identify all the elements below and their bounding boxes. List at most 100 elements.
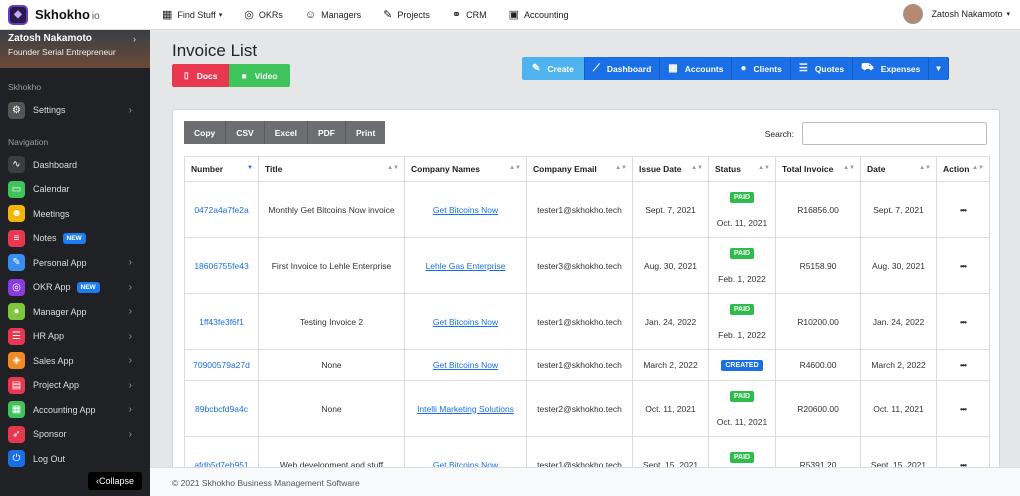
search-input[interactable] — [802, 122, 987, 145]
sidebar-item-project-app[interactable]: ▤ Project App › — [0, 373, 150, 398]
expenses-button[interactable]: ⛟ Expenses — [853, 57, 930, 80]
footer: © 2021 Skhokho Business Management Softw… — [150, 467, 1020, 496]
edit-icon: ✎ — [383, 9, 393, 21]
nav-okrs[interactable]: ◎ OKRs — [244, 8, 283, 21]
chevron-right-icon: › — [128, 281, 132, 293]
nav-accounting[interactable]: ▣ Accounting — [509, 8, 569, 21]
invoice-number-link[interactable]: 70900579a27d — [193, 360, 250, 370]
company-email: tester1@skhokho.tech — [526, 349, 633, 381]
docs-button[interactable]: ▯ Docs — [172, 64, 230, 87]
sidebar-item-manager-app[interactable]: ● Manager App › — [0, 300, 150, 325]
row-action-button[interactable]: ••• — [936, 380, 990, 437]
sidebar-item-settings[interactable]: ⚙ Settings › — [0, 98, 150, 123]
nav-find-stuff[interactable]: ▦ Find Stuff ▾ — [162, 8, 222, 21]
company-link[interactable]: Intelli Marketing Solutions — [417, 404, 514, 414]
video-button[interactable]: ■ Video — [229, 64, 290, 87]
invoice-number-link[interactable]: 1ff43fe3f6f1 — [199, 317, 244, 327]
sidebar-item-notes[interactable]: ≡ Notes NEW — [0, 226, 150, 251]
row-action-button[interactable]: ••• — [936, 181, 990, 238]
col-number[interactable]: Number ▼ — [184, 156, 259, 182]
accounts-button[interactable]: ▦ Accounts — [660, 57, 733, 80]
col-company-email[interactable]: Company Email ▲▼ — [526, 156, 633, 182]
create-label: Create — [547, 63, 574, 74]
status-badge: CREATED — [721, 360, 763, 371]
new-badge: NEW — [76, 281, 100, 293]
company-email: tester3@skhokho.tech — [526, 237, 633, 294]
csv-button[interactable]: CSV — [226, 121, 265, 144]
row-action-button[interactable]: ••• — [936, 293, 990, 350]
status-badge: PAID — [729, 451, 755, 463]
sidebar-item-calendar[interactable]: ▭ Calendar — [0, 177, 150, 202]
dashboard-button[interactable]: ⟋ Dashboard — [584, 57, 661, 80]
status-badge: PAID — [729, 247, 755, 259]
col-action[interactable]: Action ▲▼ — [936, 156, 990, 182]
sidebar-item-accounting-app[interactable]: ▦ Accounting App › — [0, 398, 150, 423]
quotes-button[interactable]: ☰ Quotes — [790, 57, 854, 80]
col-date[interactable]: Date ▲▼ — [860, 156, 937, 182]
nav-managers[interactable]: ☺ Managers — [305, 9, 361, 21]
quotes-label: Quotes — [814, 63, 845, 74]
user-menu[interactable]: Zatosh Nakamoto ▾ — [903, 4, 1010, 24]
page-title: Invoice List — [172, 41, 258, 60]
accounts-label: Accounts — [684, 63, 724, 74]
sidebar-item-okr-app[interactable]: ◎ OKR App NEW › — [0, 275, 150, 300]
export-buttons: Copy CSV Excel PDF Print — [184, 121, 386, 144]
sort-icon: ▲▼ — [972, 165, 984, 171]
project-icon: ▤ — [8, 376, 25, 394]
clients-button[interactable]: ● Clients — [732, 57, 791, 80]
total-invoice: R4600.00 — [775, 349, 861, 381]
sidebar-item-sales-app[interactable]: ◈ Sales App › — [0, 349, 150, 374]
nav-crm[interactable]: ⚭ CRM — [452, 8, 487, 21]
pdf-button[interactable]: PDF — [307, 121, 346, 144]
total-invoice: R20600.00 — [775, 380, 861, 437]
sidebar-item-meetings[interactable]: ☻ Meetings — [0, 202, 150, 227]
brand-name: Skhokho — [35, 7, 90, 22]
copy-button[interactable]: Copy — [184, 121, 227, 144]
profile-card[interactable]: Zatosh Nakamoto Founder Serial Entrepren… — [0, 30, 150, 68]
chevron-down-icon: ▾ — [1006, 11, 1010, 18]
create-button[interactable]: ✎ Create — [522, 57, 585, 80]
clients-label: Clients — [753, 63, 782, 74]
brand[interactable]: ◆ Skhokho io — [0, 4, 150, 25]
invoice-number-link[interactable]: 18606755fe43 — [194, 261, 248, 271]
action-toolbar: ✎ Create ⟋ Dashboard ▦ Accounts ● Clients ☰ Q… — [522, 57, 949, 80]
sidebar-item-sponsor[interactable]: ➶ Sponsor › — [0, 422, 150, 447]
sort-icon: ▲▼ — [691, 165, 703, 171]
brand-suffix: io — [91, 11, 100, 22]
invoice-number-link[interactable]: 0472a4a7fe2a — [194, 205, 248, 215]
invoice-title: Monthly Get Bitcoins Now invoice — [258, 181, 405, 238]
calculator-icon: ▦ — [668, 63, 678, 74]
more-actions-button[interactable]: ▾ — [929, 57, 949, 80]
manager-icon: ● — [8, 303, 25, 321]
company-link[interactable]: Get Bitcoins Now — [433, 360, 498, 370]
issue-date: Sept. 7, 2021 — [632, 181, 709, 238]
search-label: Search: — [764, 128, 794, 139]
col-title[interactable]: Title ▲▼ — [258, 156, 405, 182]
sidebar-item-log-out[interactable]: ⏻ Log Out — [0, 447, 150, 472]
print-button[interactable]: Print — [345, 121, 386, 144]
nav-projects[interactable]: ✎ Projects — [383, 8, 430, 21]
company-link[interactable]: Get Bitcoins Now — [433, 317, 498, 327]
sidebar-item-hr-app[interactable]: ☰ HR App › — [0, 324, 150, 349]
col-issue-date[interactable]: Issue Date ▲▼ — [632, 156, 709, 182]
col-status[interactable]: Status ▲▼ — [708, 156, 776, 182]
sidebar-item-personal-app[interactable]: ✎ Personal App › — [0, 251, 150, 276]
sort-desc-icon: ▼ — [247, 165, 253, 171]
col-company-names[interactable]: Company Names ▲▼ — [404, 156, 527, 182]
help-buttons: ▯ Docs ■ Video — [172, 64, 290, 87]
row-action-button[interactable]: ••• — [936, 237, 990, 294]
company-link[interactable]: Lehle Gas Enterprise — [426, 261, 506, 271]
sidebar-item-dashboard[interactable]: ∿ Dashboard — [0, 153, 150, 178]
status-badge: PAID — [729, 191, 755, 203]
collapse-button[interactable]: ‹Collapse — [87, 472, 142, 490]
row-action-button[interactable]: ••• — [936, 349, 990, 381]
sidebar-item-label: Settings — [33, 105, 66, 116]
col-total-invoice[interactable]: Total Invoice ▲▼ — [775, 156, 861, 182]
excel-button[interactable]: Excel — [264, 121, 308, 144]
target-icon: ◎ — [8, 278, 25, 296]
company-link[interactable]: Get Bitcoins Now — [433, 205, 498, 215]
invoice-number-link[interactable]: 89bcbcfd9a4c — [195, 404, 248, 414]
pulse-icon: ∿ — [8, 156, 25, 174]
edit-icon: ✎ — [532, 63, 541, 74]
status-date: Feb. 1, 2022 — [718, 273, 766, 284]
